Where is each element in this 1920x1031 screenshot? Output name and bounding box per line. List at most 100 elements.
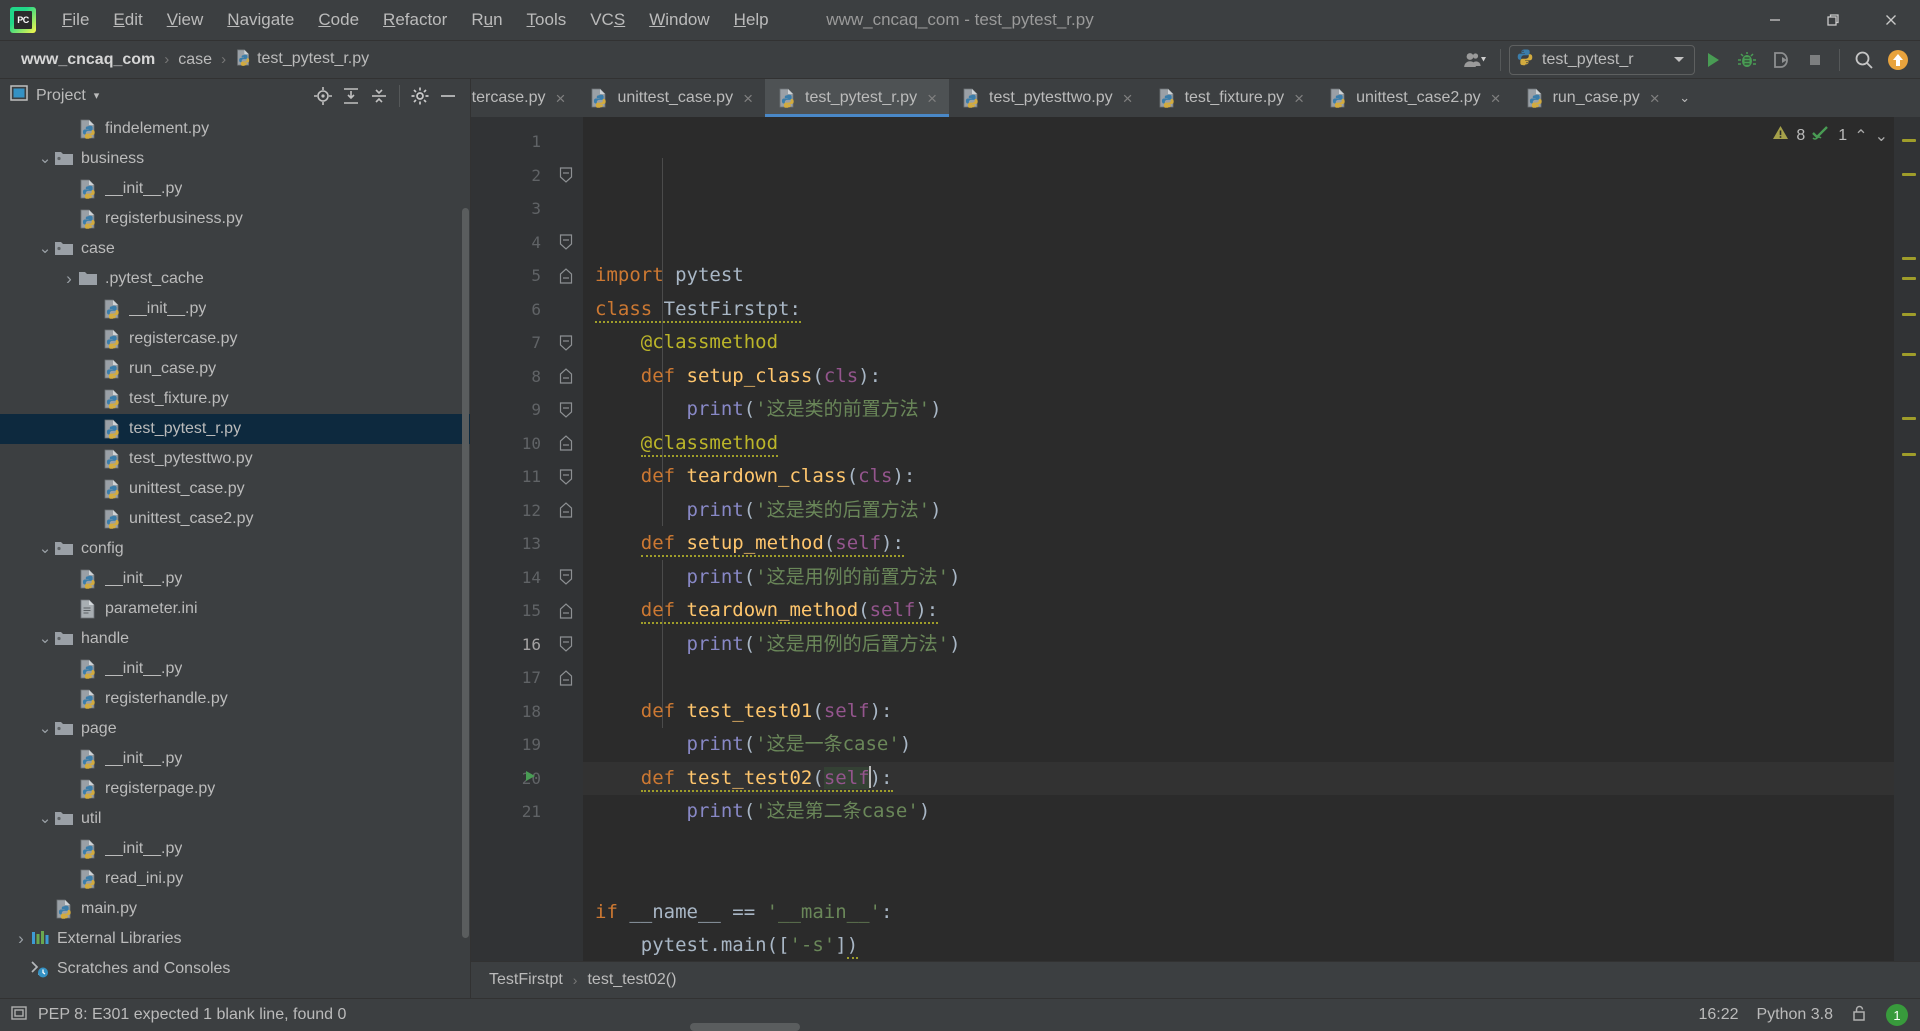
tree-item[interactable]: › External Libraries [0,924,470,954]
menu-item-refactor[interactable]: Refactor [371,6,459,34]
editor-tab[interactable]: registercase.py × [471,79,577,117]
code-line[interactable]: print('这是类的后置方法') [583,494,1894,528]
editor-tab[interactable]: test_pytesttwo.py × [949,79,1145,117]
tree-item[interactable]: __init__.py [0,174,470,204]
tabs-overflow-icon[interactable]: ⌄ [1672,79,1698,117]
menu-item-run[interactable]: Run [459,6,514,34]
close-icon[interactable]: × [1121,90,1135,107]
tree-item[interactable]: ⌄ page [0,714,470,744]
menu-item-help[interactable]: Help [722,6,781,34]
close-icon[interactable]: × [1648,90,1662,107]
debug-button[interactable] [1731,45,1763,75]
inspection-summary[interactable]: 8 1 ⌃ ⌄ [1766,123,1894,148]
code-line[interactable]: def test_test02(self): [583,761,1894,795]
tree-item[interactable]: __init__.py [0,654,470,684]
project-tree[interactable]: findelement.py ⌄ business __init__.py regist… [0,112,470,998]
menu-item-view[interactable]: View [155,6,216,34]
tree-item[interactable]: unittest_case2.py [0,504,470,534]
expand-all-icon[interactable] [337,83,365,109]
code-line[interactable]: print('这是第二条case') [583,795,1894,829]
tree-item-selected[interactable]: test_pytest_r.py [0,414,470,444]
chevron-down-icon[interactable]: ⌄ [36,721,54,736]
close-button[interactable] [1862,0,1920,40]
breadcrumb-item-1[interactable]: case [173,49,217,71]
tree-item[interactable]: Scratches and Consoles [0,954,470,984]
menu-item-tools[interactable]: Tools [515,6,579,34]
search-everywhere-icon[interactable] [1848,45,1880,75]
run-configuration-selector[interactable]: test_pytest_r [1509,44,1695,75]
fold-collapse-icon[interactable] [549,460,583,494]
fold-collapse-icon[interactable] [549,628,583,662]
code-line[interactable]: @classmethod [583,326,1894,360]
fold-end-icon[interactable] [549,494,583,528]
close-icon[interactable]: × [741,90,755,107]
code-line[interactable]: print('这是一条case') [583,728,1894,762]
code-line[interactable]: print('这是类的前置方法') [583,393,1894,427]
chevron-down-icon[interactable]: ⌄ [36,541,54,556]
tree-item[interactable]: ⌄ config [0,534,470,564]
fold-end-icon[interactable] [549,427,583,461]
editor-tab-active[interactable]: test_pytest_r.py × [765,79,949,117]
tree-item[interactable]: __init__.py [0,744,470,774]
code-line[interactable]: def setup_method(self): [583,527,1894,561]
tree-item[interactable]: __init__.py [0,834,470,864]
tree-item[interactable]: registerpage.py [0,774,470,804]
status-inspection-icon[interactable] [10,1004,28,1027]
status-interpreter[interactable]: Python 3.8 [1757,1006,1834,1024]
tree-item[interactable]: main.py [0,894,470,924]
code-line[interactable]: if __name__ == '__main__': [583,896,1894,930]
fold-collapse-icon[interactable] [549,159,583,193]
sidebar-scrollbar[interactable] [462,208,469,938]
chevron-down-icon[interactable]: ⌄ [36,151,54,166]
chevron-right-icon[interactable]: › [12,929,30,949]
code-line[interactable]: def teardown_class(cls): [583,460,1894,494]
code-line[interactable] [583,829,1894,863]
chevron-down-icon[interactable]: ⌄ [36,811,54,826]
code-line[interactable]: print('这是用例的前置方法') [583,561,1894,595]
code-line[interactable]: pytest.main(['-s']) [583,929,1894,961]
stop-button[interactable] [1799,45,1831,75]
code-line[interactable]: import pytest [583,259,1894,293]
unlocked-padlock-icon[interactable] [1851,1004,1868,1027]
code-line[interactable]: class TestFirstpt: [583,293,1894,327]
settings-gear-icon[interactable] [406,83,434,109]
tree-item[interactable]: registerhandle.py [0,684,470,714]
tree-item[interactable]: ⌄ handle [0,624,470,654]
tree-item[interactable]: registercase.py [0,324,470,354]
editor-tab[interactable]: unittest_case.py × [577,79,765,117]
tree-item[interactable]: ⌄ case [0,234,470,264]
tree-item[interactable]: findelement.py [0,114,470,144]
editor-tab[interactable]: run_case.py × [1513,79,1672,117]
close-icon[interactable]: × [554,90,568,107]
chevron-right-icon[interactable]: › [60,269,78,289]
next-highlight-icon[interactable]: ⌄ [1875,126,1888,146]
breadcrumb-item-0[interactable]: www_cncaq_com [16,49,160,71]
hide-panel-icon[interactable] [434,83,462,109]
tree-item[interactable]: parameter.ini [0,594,470,624]
code-line[interactable] [583,862,1894,896]
account-icon[interactable] [1460,45,1492,75]
fold-collapse-icon[interactable] [549,561,583,595]
close-icon[interactable]: × [925,90,939,107]
code-line[interactable]: def test_test01(self): [583,695,1894,729]
chevron-down-icon[interactable]: ▾ [94,89,100,102]
fold-collapse-icon[interactable] [549,393,583,427]
tree-item[interactable]: ⌄ util [0,804,470,834]
fold-end-icon[interactable] [549,259,583,293]
minimize-button[interactable] [1746,0,1804,40]
tree-item[interactable]: registerbusiness.py [0,204,470,234]
code-folding-gutter[interactable] [549,117,583,961]
menu-item-vcs[interactable]: VCS [578,6,637,34]
menu-item-code[interactable]: Code [306,6,371,34]
chevron-down-icon[interactable]: ⌄ [36,631,54,646]
fold-collapse-icon[interactable] [549,226,583,260]
run-button[interactable] [1697,45,1729,75]
coverage-button[interactable] [1765,45,1797,75]
editor-breadcrumb-item-0[interactable]: TestFirstpt [485,969,567,991]
breadcrumb-item-2[interactable]: test_pytest_r.py [230,47,374,73]
update-project-button[interactable] [1882,45,1914,75]
menu-item-navigate[interactable]: Navigate [215,6,306,34]
tree-item[interactable]: __init__.py [0,294,470,324]
notification-badge[interactable]: 1 [1886,1004,1908,1026]
code-line[interactable]: def teardown_method(self): [583,594,1894,628]
